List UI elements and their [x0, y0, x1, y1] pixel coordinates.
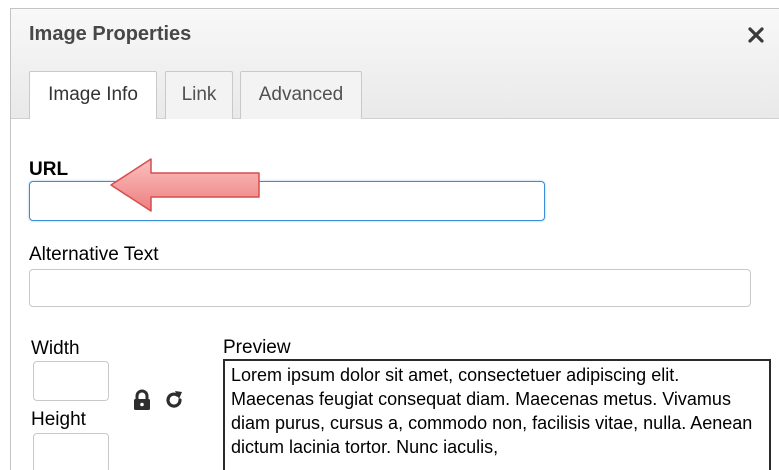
- close-icon[interactable]: [746, 25, 766, 45]
- dialog-titlebar: Image Properties Image Info Link Advance…: [11, 9, 779, 120]
- tab-link[interactable]: Link: [165, 71, 233, 119]
- preview-text: Lorem ipsum dolor sit amet, consectetuer…: [231, 365, 753, 457]
- tab-image-info[interactable]: Image Info: [29, 71, 157, 120]
- alt-text-label: Alternative Text: [29, 244, 159, 265]
- width-label: Width: [31, 338, 80, 359]
- url-input[interactable]: [29, 181, 545, 221]
- url-label: URL: [29, 159, 69, 180]
- image-properties-dialog: Image Properties Image Info Link Advance…: [10, 8, 779, 470]
- height-label: Height: [31, 409, 86, 430]
- preview-box: Lorem ipsum dolor sit amet, consectetuer…: [223, 359, 771, 470]
- preview-label: Preview: [223, 337, 291, 358]
- tab-advanced[interactable]: Advanced: [240, 71, 362, 119]
- reset-size-icon[interactable]: [163, 389, 185, 411]
- dialog-title: Image Properties: [29, 23, 192, 45]
- width-input[interactable]: [33, 361, 109, 401]
- alt-text-input[interactable]: [29, 269, 751, 307]
- lock-icon[interactable]: [131, 389, 153, 411]
- height-input[interactable]: [33, 433, 109, 470]
